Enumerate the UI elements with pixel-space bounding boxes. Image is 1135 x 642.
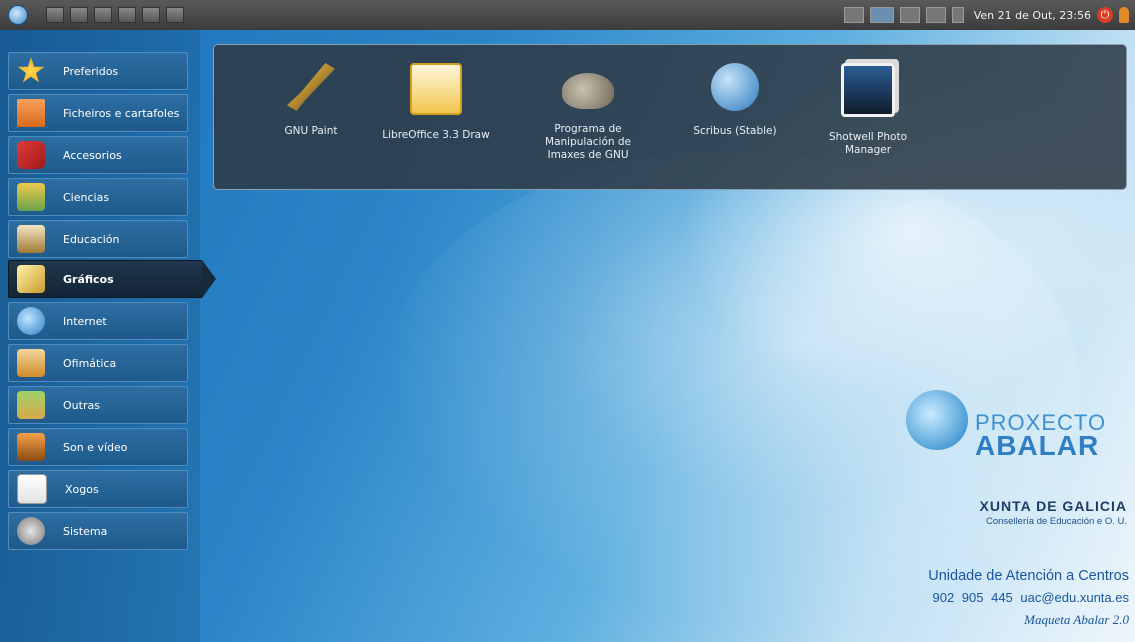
sidebar-item-label: Accesorios [63, 148, 122, 162]
user-icon[interactable] [1119, 7, 1129, 23]
sidebar-item-label: Educación [63, 232, 120, 246]
app-shotwell[interactable]: Shotwell Photo Manager [793, 63, 943, 157]
sidebar-item-preferidos[interactable]: Preferidos [8, 52, 188, 90]
app-label: LibreOffice 3.3 Draw [382, 129, 490, 141]
scribus-icon [711, 63, 759, 111]
folder-icon [17, 99, 45, 127]
gimp-icon [562, 73, 614, 109]
paintbrush-icon [287, 63, 335, 111]
uac-contact: 902 905 445 uac@edu.xunta.es [932, 590, 1129, 605]
libreoffice-draw-icon [410, 63, 462, 115]
sidebar-item-internet[interactable]: Internet [8, 302, 188, 340]
app-libreoffice-draw[interactable]: LibreOffice 3.3 Draw [361, 63, 511, 142]
app-label: Scribus (Stable) [693, 125, 777, 137]
sidebar-item-label: Ofimática [63, 356, 117, 370]
globe-icon [17, 307, 45, 335]
top-panel: Ven 21 de Out, 23:56 ⏻ [0, 0, 1135, 30]
sidebar-item-ciencias[interactable]: Ciencias [8, 178, 188, 216]
window-icon[interactable] [118, 7, 136, 23]
app-label: Programa de Manipulación de Imaxes de GN… [545, 123, 631, 161]
sidebar-item-ofimatica[interactable]: Ofimática [8, 344, 188, 382]
abalar-logo-icon [906, 390, 968, 450]
battery-icon[interactable] [925, 7, 946, 23]
window-icon[interactable] [70, 7, 88, 23]
education-icon [17, 225, 45, 253]
sidebar-item-label: Son e vídeo [63, 440, 128, 454]
sidebar-item-outras[interactable]: Outras [8, 386, 188, 424]
sidebar-item-label: Preferidos [63, 64, 119, 78]
sidebar-item-label: Ciencias [63, 190, 110, 204]
sidebar-item-label: Ficheiros e cartafoles [63, 106, 180, 120]
sidebar-item-label: Sistema [63, 524, 108, 538]
conselleria-text: Consellería de Educación e O. U. [986, 516, 1127, 527]
star-icon [17, 57, 45, 83]
sidebar-item-label: Gráficos [63, 272, 114, 286]
office-icon [17, 349, 45, 377]
sidebar-item-accesorios[interactable]: Accesorios [8, 136, 188, 174]
ubuntu-logo-icon[interactable] [8, 5, 28, 25]
sidebar-item-son-e-video[interactable]: Son e vídeo [8, 428, 188, 466]
media-icon [17, 433, 45, 461]
brush-icon [17, 265, 45, 293]
sidebar-item-graficos[interactable]: Gráficos [8, 260, 216, 298]
clock[interactable]: Ven 21 de Out, 23:56 [974, 9, 1091, 22]
sidebar-item-educacion[interactable]: Educación [8, 220, 188, 258]
window-icon[interactable] [46, 7, 64, 23]
sidebar-item-label: Internet [63, 314, 107, 328]
category-sidebar: Preferidos Ficheiros e cartafoles Acceso… [0, 30, 216, 642]
other-icon [17, 391, 45, 419]
volume-icon[interactable] [951, 7, 964, 23]
system-tray: Ven 21 de Out, 23:56 ⏻ [843, 0, 1129, 30]
uac-title: Unidade de Atención a Centros [928, 568, 1129, 584]
sidebar-item-sistema[interactable]: Sistema [8, 512, 188, 550]
sidebar-item-label: Xogos [65, 482, 99, 496]
maqueta-text: Maqueta Abalar 2.0 [1024, 612, 1129, 627]
knife-icon [17, 141, 45, 169]
sidebar-item-ficheiros[interactable]: Ficheiros e cartafoles [8, 94, 188, 132]
abalar-text: ABALAR [975, 430, 1100, 461]
window-icon[interactable] [142, 7, 160, 23]
window-icon[interactable] [166, 7, 184, 23]
power-icon[interactable]: ⏻ [1097, 7, 1113, 23]
xunta-text: XUNTA DE GALICIA [979, 498, 1127, 514]
network-icon[interactable] [843, 7, 864, 23]
window-icon[interactable] [94, 7, 112, 23]
chat-icon[interactable] [869, 7, 894, 23]
shotwell-icon [841, 63, 895, 117]
app-scribus[interactable]: Scribus (Stable) [660, 63, 810, 138]
apps-panel: GNU Paint LibreOffice 3.3 Draw Programa … [213, 44, 1127, 190]
flask-icon [17, 183, 45, 211]
app-label: Shotwell Photo Manager [828, 131, 908, 156]
app-gimp[interactable]: Programa de Manipulación de Imaxes de GN… [513, 63, 663, 162]
cards-icon [17, 474, 47, 504]
system-icon [17, 517, 45, 545]
sidebar-item-label: Outras [63, 398, 100, 412]
monitor-icon[interactable] [899, 7, 920, 23]
sidebar-item-xogos[interactable]: Xogos [8, 470, 188, 508]
